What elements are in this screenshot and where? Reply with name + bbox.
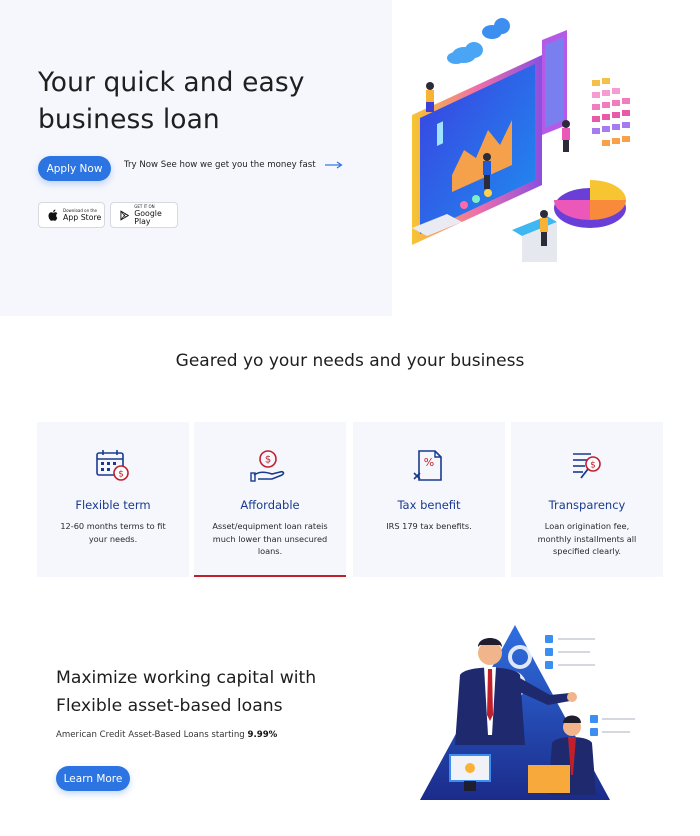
svg-text:%: %: [424, 456, 434, 469]
feature-desc: Asset/equipment loan rateis much lower t…: [212, 521, 328, 557]
tax-document-icon: %: [413, 450, 442, 481]
google-play-icon: [120, 209, 130, 221]
maximize-sub-text: American Credit Asset-Based Loans starti…: [56, 730, 245, 740]
maximize-subtitle: American Credit Asset-Based Loans starti…: [56, 730, 277, 740]
feature-card-affordable[interactable]: $ Affordable Asset/equipment loan rateis…: [194, 422, 346, 577]
feature-title: Transparency: [548, 498, 626, 512]
app-store-small-label: Download on the: [63, 207, 97, 213]
app-store-label: App Store: [63, 212, 102, 222]
feature-title: Flexible term: [75, 498, 151, 512]
feature-desc: IRS 179 tax benefits.: [386, 521, 472, 531]
svg-text:$: $: [118, 470, 124, 480]
svg-text:$: $: [590, 461, 596, 471]
arrow-right-icon: [324, 161, 343, 169]
learn-more-button[interactable]: Learn More: [56, 766, 130, 791]
app-store-button[interactable]: Download on the App Store: [38, 202, 105, 228]
maximize-rate: 9.99%: [247, 730, 278, 740]
maximize-title: Maximize working capital with Flexible a…: [56, 668, 317, 716]
google-play-label: Google Play: [134, 208, 162, 226]
business-illustration: [420, 615, 650, 805]
apple-icon: [48, 209, 58, 221]
feature-title: Affordable: [240, 498, 300, 512]
feature-desc: 12-60 months terms to fit your needs.: [60, 521, 166, 544]
calendar-dollar-icon: $: [96, 450, 129, 481]
try-now-link[interactable]: Try Now See how we get you the money fas…: [124, 160, 343, 170]
svg-text:$: $: [265, 455, 271, 466]
try-now-label: Try Now See how we get you the money fas…: [124, 160, 316, 170]
feature-card-transparency[interactable]: $ Transparency Loan origination fee, mon…: [511, 422, 663, 577]
feature-desc: Loan origination fee, monthly installmen…: [537, 521, 637, 557]
hero-section: Your quick and easy business loan Apply …: [0, 0, 700, 316]
features-title: Geared yo your needs and your business: [175, 351, 525, 371]
feature-card-flexible-term[interactable]: $ Flexible term 12-60 months terms to fi…: [37, 422, 189, 577]
hero-illustration: [392, 0, 700, 316]
feature-title: Tax benefit: [397, 498, 461, 512]
google-play-button[interactable]: GET IT ON Google Play: [110, 202, 178, 228]
hand-coin-icon: $: [250, 450, 285, 482]
feature-card-tax-benefit[interactable]: % Tax benefit IRS 179 tax benefits.: [353, 422, 505, 577]
apply-now-button[interactable]: Apply Now: [38, 156, 111, 181]
list-dollar-icon: $: [573, 453, 601, 479]
hero-title: Your quick and easy business loan: [38, 67, 305, 135]
